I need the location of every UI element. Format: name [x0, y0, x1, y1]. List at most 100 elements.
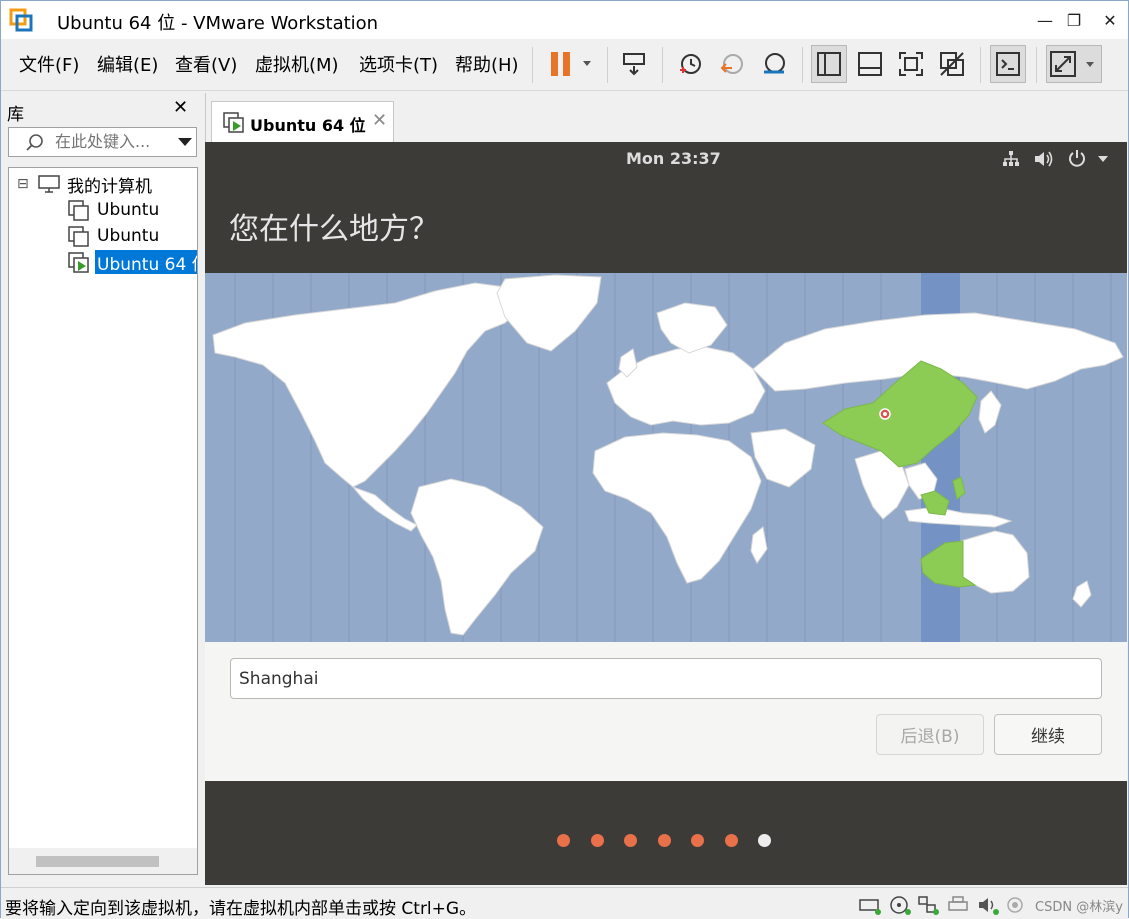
title-bar: Ubuntu 64 位 - VMware Workstation — ❐ ✕	[1, 1, 1128, 39]
tree-horizontal-scrollbar[interactable]	[9, 848, 197, 874]
usb-icon[interactable]	[1004, 894, 1028, 916]
continue-button[interactable]: 继续	[994, 714, 1102, 755]
progress-dot	[590, 834, 604, 847]
send-ctrl-alt-del-button[interactable]	[616, 45, 652, 83]
back-button[interactable]: 后退(B)	[876, 714, 984, 755]
tree-item-vm[interactable]: Ubuntu	[67, 198, 161, 222]
network-adapter-icon[interactable]	[916, 894, 940, 916]
unity-icon	[940, 52, 964, 76]
window-title: Ubuntu 64 位 - VMware Workstation	[57, 13, 379, 34]
installer-heading: 您在什么地方？	[229, 212, 439, 247]
dropdown-arrow-icon[interactable]	[177, 137, 193, 147]
vm-running-icon	[68, 252, 89, 273]
watermark-text: CSDN @林滨y	[1035, 900, 1123, 915]
sound-card-icon[interactable]	[976, 894, 1000, 916]
menu-tabs[interactable]: 选项卡(T)	[359, 51, 438, 77]
menu-toolbar: 文件(F) 编辑(E) 查看(V) 虚拟机(M) 选项卡(T) 帮助(H)	[1, 39, 1128, 91]
vm-running-icon	[223, 112, 244, 133]
power-icon[interactable]	[1067, 148, 1087, 168]
hard-disk-icon[interactable]	[858, 894, 882, 916]
cd-rom-icon[interactable]	[888, 894, 912, 916]
suspend-button[interactable]	[541, 45, 597, 83]
snapshot-button[interactable]	[672, 45, 708, 83]
terminal-icon	[996, 52, 1020, 76]
printer-icon[interactable]	[946, 894, 970, 916]
fullscreen-icon	[899, 52, 923, 76]
pause-icon	[551, 52, 591, 76]
location-pin-icon	[879, 408, 891, 420]
vm-tab[interactable]: Ubuntu 64 位 ✕	[211, 101, 394, 142]
computer-icon	[38, 175, 60, 193]
search-icon	[26, 134, 43, 151]
tree-collapse-toggle[interactable]: ⊟	[17, 176, 37, 192]
menu-file[interactable]: 文件(F)	[19, 51, 79, 77]
toolbar-separator	[532, 47, 533, 83]
vm-icon	[68, 226, 89, 247]
progress-dot	[624, 834, 637, 847]
progress-dot	[657, 834, 671, 847]
tree-item-label: 我的计算机	[67, 176, 152, 197]
library-search-box[interactable]	[8, 127, 197, 157]
show-library-button[interactable]	[811, 45, 847, 83]
restore-button[interactable]: ❐	[1057, 1, 1091, 39]
stretch-guest-button[interactable]	[1046, 45, 1102, 83]
toolbar-separator	[607, 47, 608, 83]
toolbar-separator	[1036, 47, 1037, 83]
vm-tab-label: Ubuntu 64 位	[250, 116, 366, 135]
tree-item-my-computer[interactable]: ⊟ 我的计算机	[17, 172, 154, 197]
library-search-input[interactable]	[55, 132, 170, 151]
progress-dot	[724, 834, 738, 847]
snapshot-clock-icon	[680, 54, 701, 74]
tree-item-vm[interactable]: Ubuntu	[67, 224, 161, 248]
tree-item-label: Ubuntu	[97, 200, 160, 220]
console-view-button[interactable]	[990, 45, 1026, 83]
scrollbar-thumb[interactable]	[36, 856, 159, 867]
tree-item-vm-selected[interactable]: Ubuntu 64 位	[67, 250, 197, 274]
show-thumbnail-bar-button[interactable]	[852, 45, 888, 83]
status-bar: 要将输入定向到该虚拟机，请在虚拟机内部单击或按 Ctrl+G。 CSDN @林滨…	[1, 887, 1128, 919]
vm-tab-close-button[interactable]: ✕	[372, 110, 387, 131]
snapshot-manager-icon	[764, 53, 785, 74]
full-screen-button[interactable]	[893, 45, 929, 83]
timezone-form: 后退(B) 继续	[205, 642, 1127, 781]
progress-dot-current	[758, 834, 771, 847]
progress-dot	[691, 834, 704, 847]
library-tree: ⊟ 我的计算机 Ubuntu Ubuntu Ubuntu 64	[8, 167, 198, 875]
installer-progress-dots	[557, 834, 779, 848]
toolbar-separator	[662, 47, 663, 83]
unity-mode-button[interactable]	[934, 45, 970, 83]
stretch-icon	[1050, 51, 1094, 77]
bottom-bar-layout-icon	[858, 52, 882, 76]
tree-item-label: Ubuntu	[97, 226, 160, 246]
chevron-down-icon[interactable]	[1097, 155, 1109, 163]
vmware-window: Ubuntu 64 位 - VMware Workstation — ❐ ✕ 文…	[0, 0, 1129, 919]
timezone-input[interactable]	[230, 658, 1102, 699]
library-panel: 库 ✕ ⊟ 我的计算机	[1, 93, 201, 885]
vm-icon	[68, 200, 89, 221]
revert-clock-icon	[720, 54, 743, 74]
installer-header: 您在什么地方？	[205, 174, 1127, 274]
library-title: 库	[7, 105, 24, 125]
tree-item-label: Ubuntu 64 位	[95, 250, 197, 274]
vm-console[interactable]: Mon 23:37 您在什么地方？ Shanghai 后退(B) 继续	[205, 142, 1127, 885]
vmware-logo-icon	[9, 8, 33, 32]
menu-edit[interactable]: 编辑(E)	[97, 51, 158, 77]
toolbar-separator	[980, 47, 981, 83]
toolbar-separator	[802, 47, 803, 83]
sidebar-layout-icon	[817, 52, 841, 76]
network-icon[interactable]	[1001, 150, 1021, 168]
revert-snapshot-button[interactable]	[714, 45, 750, 83]
volume-icon[interactable]	[1033, 149, 1055, 169]
status-message: 要将输入定向到该虚拟机，请在虚拟机内部单击或按 Ctrl+G。	[5, 899, 477, 919]
guest-top-bar: Mon 23:37	[205, 142, 1127, 174]
close-button[interactable]: ✕	[1093, 1, 1127, 39]
vm-tab-strip: Ubuntu 64 位 ✕	[205, 93, 1127, 142]
snapshot-manager-button[interactable]	[756, 45, 792, 83]
keyboard-send-icon	[623, 53, 645, 76]
progress-dot	[557, 834, 570, 847]
menu-vm[interactable]: 虚拟机(M)	[255, 51, 339, 77]
timezone-world-map[interactable]	[205, 273, 1127, 642]
menu-view[interactable]: 查看(V)	[175, 51, 237, 77]
menu-help[interactable]: 帮助(H)	[455, 51, 519, 77]
library-close-button[interactable]: ✕	[173, 97, 188, 118]
